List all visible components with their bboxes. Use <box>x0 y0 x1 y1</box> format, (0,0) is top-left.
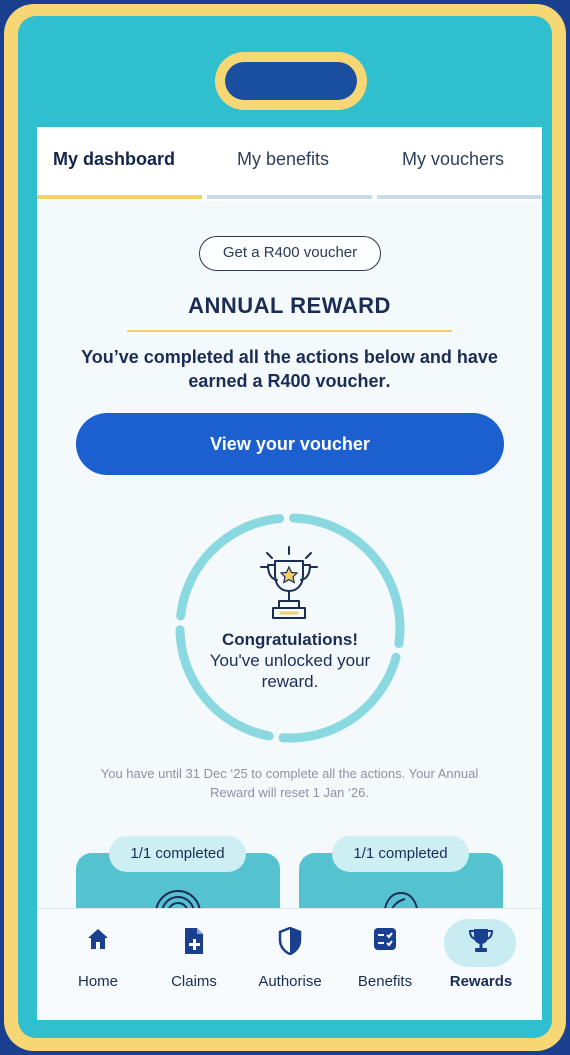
nav-rewards[interactable]: Rewards <box>436 909 526 1020</box>
congratulations-message: Congratulations! You've unlocked your re… <box>187 629 393 692</box>
tab-indicator <box>377 195 542 199</box>
benefits-checklist-icon <box>374 928 396 950</box>
app-screen: My dashboard My benefits My vouchers Get… <box>37 127 542 1020</box>
claims-document-icon <box>185 928 203 954</box>
device-notch <box>215 52 367 110</box>
congratulations-title: Congratulations! <box>222 630 358 649</box>
completion-badge: 1/1 completed <box>332 836 469 872</box>
nav-benefits[interactable]: Benefits <box>340 909 430 1020</box>
home-icon <box>88 929 108 949</box>
nav-authorise[interactable]: Authorise <box>245 909 335 1020</box>
tab-my-vouchers[interactable]: My vouchers <box>402 149 504 170</box>
tab-bar: My dashboard My benefits My vouchers <box>37 127 542 201</box>
get-voucher-pill[interactable]: Get a R400 voucher <box>199 236 381 271</box>
congratulations-body: You've unlocked your reward. <box>209 651 371 691</box>
completion-badge: 1/1 completed <box>109 836 246 872</box>
tab-indicator-active <box>37 195 202 199</box>
title-underline <box>127 330 452 332</box>
section-title: ANNUAL REWARD <box>188 293 391 318</box>
nav-claims[interactable]: Claims <box>149 909 239 1020</box>
voucher-amount: R400 voucher <box>267 371 386 391</box>
bottom-nav: Home Claims Authorise Benefits Rewards <box>37 908 542 1020</box>
tab-my-dashboard[interactable]: My dashboard <box>53 149 175 170</box>
nav-home[interactable]: Home <box>53 909 143 1020</box>
tab-my-benefits[interactable]: My benefits <box>237 149 329 170</box>
reward-summary: You’ve completed all the actions below a… <box>81 347 498 391</box>
trophy-icon <box>469 929 493 952</box>
deadline-note: You have until 31 Dec ‘25 to complete al… <box>100 766 479 800</box>
shield-icon <box>278 927 302 955</box>
view-voucher-button[interactable]: View your voucher <box>76 413 504 475</box>
trophy-icon <box>260 546 318 619</box>
tab-indicator <box>207 195 372 199</box>
